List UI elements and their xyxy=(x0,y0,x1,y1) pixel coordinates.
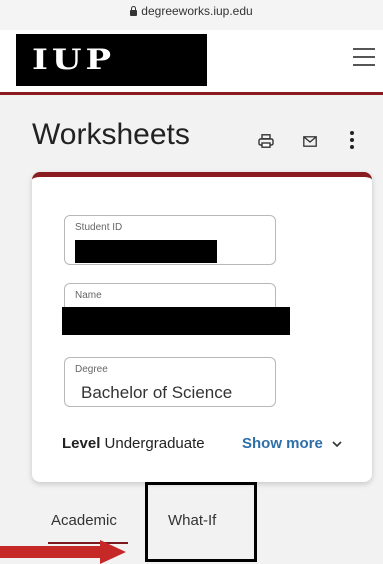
level-value: Undergraduate xyxy=(104,435,205,452)
header-divider xyxy=(0,92,383,95)
browser-url-bar[interactable]: degreeworks.iup.edu xyxy=(0,0,383,30)
degree-label: Degree xyxy=(75,364,108,375)
redacted-name xyxy=(62,307,290,335)
student-id-label: Student ID xyxy=(75,222,123,233)
tab-academic[interactable]: Academic xyxy=(51,512,117,529)
name-label: Name xyxy=(75,290,102,301)
level-row: Level Undergraduate xyxy=(62,435,205,452)
show-more-link[interactable]: Show more xyxy=(242,435,323,452)
url-text: degreeworks.iup.edu xyxy=(141,4,253,18)
iup-logo[interactable]: IUP xyxy=(16,34,207,86)
degree-field: Degree Bachelor of Science xyxy=(64,357,276,407)
degree-value: Bachelor of Science xyxy=(81,383,233,402)
chevron-down-icon[interactable] xyxy=(332,439,342,449)
annotation-arrow-head xyxy=(100,540,126,564)
more-options-icon[interactable] xyxy=(350,131,354,149)
page-title: Worksheets xyxy=(32,118,190,151)
level-label: Level xyxy=(62,435,101,452)
annotation-highlight-box xyxy=(145,482,257,562)
print-icon[interactable] xyxy=(258,134,274,148)
site-header: IUP xyxy=(0,30,383,92)
redacted-student-id xyxy=(75,240,217,263)
annotation-arrow xyxy=(0,546,100,558)
email-icon[interactable] xyxy=(303,136,317,147)
student-id-field: Student ID xyxy=(64,215,276,265)
lock-icon xyxy=(130,6,138,16)
hamburger-menu-icon[interactable] xyxy=(353,48,375,66)
student-info-card: Student ID Name Degree Bachelor of Scien… xyxy=(32,172,372,482)
